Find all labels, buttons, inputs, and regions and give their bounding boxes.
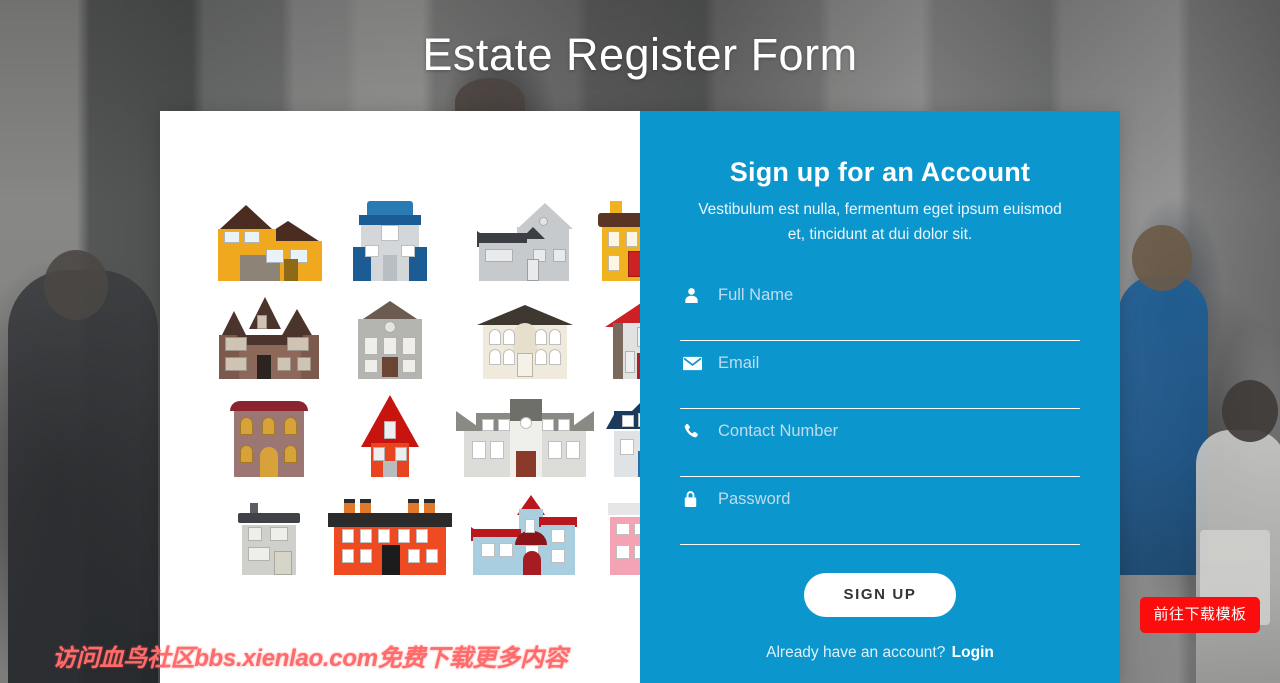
background-person-right-head [1222, 380, 1278, 442]
house-pink-storefront [598, 493, 640, 575]
illustration-panel [160, 111, 640, 683]
house-blue-tower-villa [456, 493, 594, 575]
form-subtitle: Vestibulum est nulla, fermentum eget ips… [698, 201, 1062, 243]
house-yellow-shopfront [598, 199, 640, 281]
signup-form-panel: Sign up for an Account Vestibulum est nu… [640, 111, 1120, 683]
house-brown-manor [214, 297, 324, 379]
page-root: Estate Register Form Sign up for an Acco… [0, 0, 1280, 683]
lock-icon [680, 488, 710, 510]
house-red-a-frame [328, 395, 452, 477]
user-icon [680, 284, 710, 306]
form-heading: Sign up for an Account [729, 157, 1031, 187]
field-email[interactable] [680, 341, 1080, 409]
signup-card: Sign up for an Account Vestibulum est nu… [160, 111, 1120, 683]
login-link[interactable]: Login [952, 644, 994, 661]
house-red-brick-rowhouse [328, 493, 452, 575]
house-blue-roof-townhouse [328, 199, 452, 281]
download-template-badge[interactable]: 前往下载模板 [1140, 597, 1260, 633]
house-mauve-terrace [214, 395, 324, 477]
field-contact-number[interactable] [680, 409, 1080, 477]
envelope-icon [680, 352, 710, 374]
email-input[interactable] [710, 352, 1080, 374]
signup-button-wrap: SIGN UP [680, 573, 1080, 617]
site-watermark: 访问血鸟社区bbs.xienlao.com免费下载更多内容 [52, 645, 568, 672]
house-grey-gambrel-barn [328, 297, 452, 379]
sign-up-button[interactable]: SIGN UP [803, 573, 957, 617]
house-grey-gable [456, 199, 594, 281]
field-password[interactable] [680, 477, 1080, 545]
phone-icon [680, 420, 710, 442]
background-person-blue-hoodie [1118, 275, 1208, 575]
house-illustration-grid [214, 199, 640, 575]
background-person-left [8, 270, 158, 683]
house-cream-colonial [456, 297, 594, 379]
house-red-roof-chalet [598, 297, 640, 379]
house-navy-roof-cottage [598, 395, 640, 477]
login-prompt-text: Already have an account? [766, 644, 946, 661]
house-yellow-victorian [214, 199, 324, 281]
password-input[interactable] [710, 488, 1080, 510]
house-grey-mansion [456, 395, 594, 477]
field-full-name[interactable] [680, 273, 1080, 341]
house-grey-modern [214, 493, 324, 575]
background-person-left-head [44, 250, 108, 320]
full-name-input[interactable] [710, 284, 1080, 306]
login-prompt-row: Already have an account? Login [680, 644, 1080, 662]
background-person-blue-head [1132, 225, 1192, 291]
contact-number-input[interactable] [710, 420, 1080, 442]
page-title: Estate Register Form [422, 29, 858, 80]
